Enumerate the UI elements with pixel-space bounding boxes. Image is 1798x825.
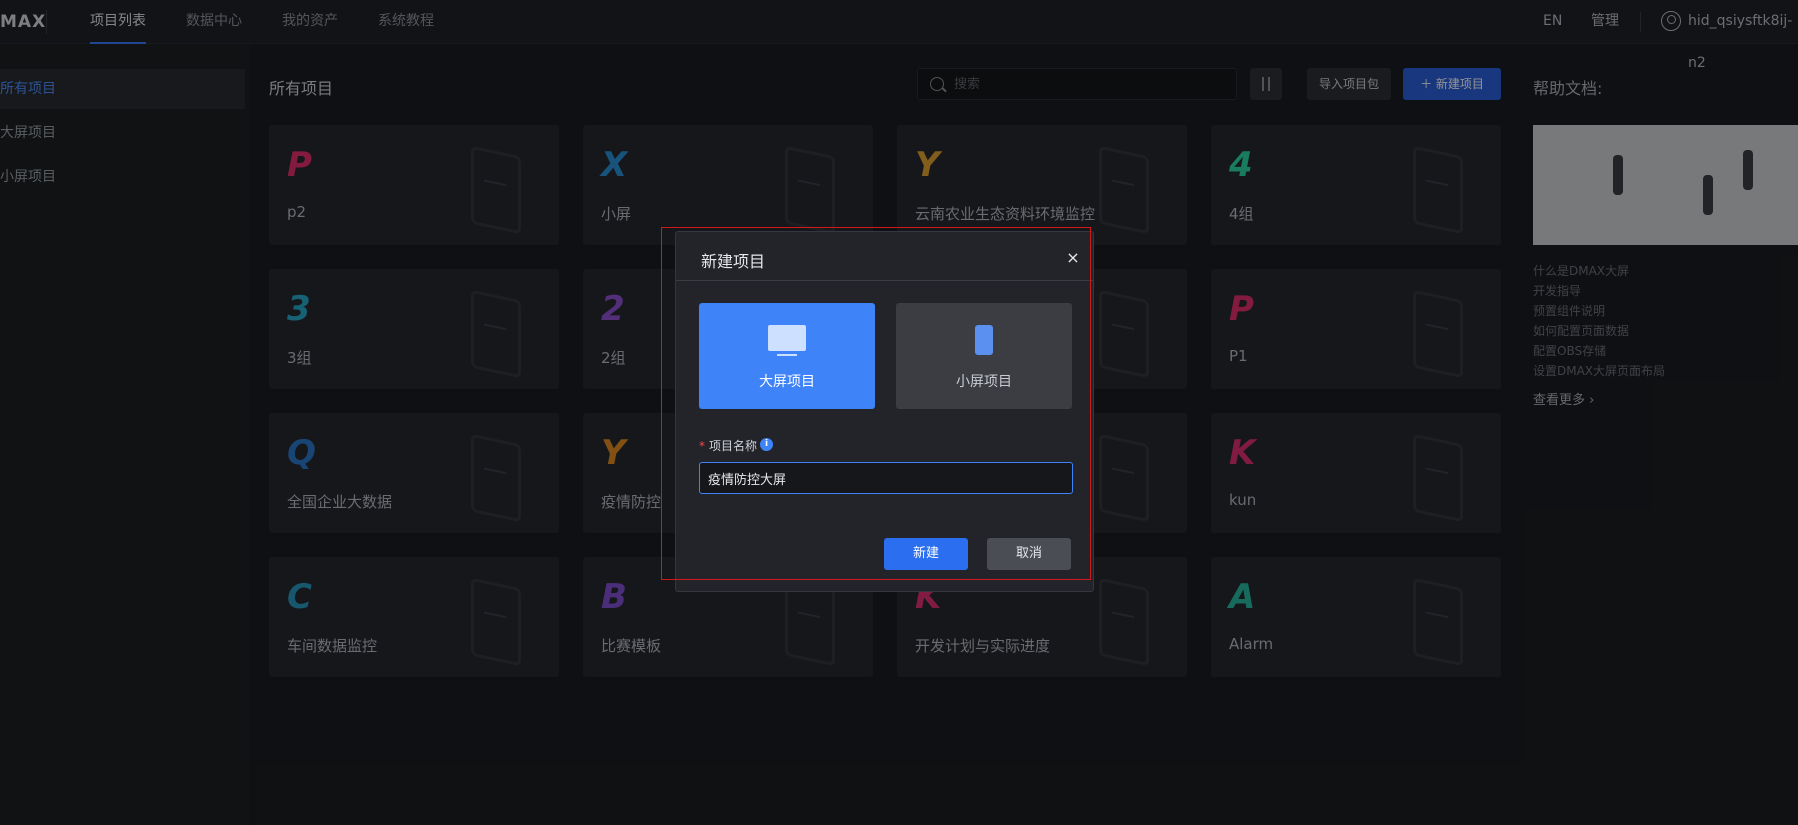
monitor-icon [768, 325, 806, 356]
cancel-button[interactable]: 取消 [987, 538, 1071, 570]
create-button[interactable]: 新建 [884, 538, 968, 570]
type-option-small-screen[interactable]: 小屏项目 [896, 303, 1072, 409]
dialog-divider [676, 280, 1093, 281]
type-label-small-screen: 小屏项目 [956, 374, 1012, 390]
required-star: * [699, 439, 705, 453]
close-icon[interactable]: × [1065, 250, 1081, 266]
new-project-dialog: 新建项目 × 大屏项目 小屏项目 * 项目名称 i 新建 取消 [675, 231, 1094, 592]
phone-icon [975, 325, 993, 355]
type-label-big-screen: 大屏项目 [759, 374, 815, 390]
project-name-label: * 项目名称 [699, 437, 757, 454]
type-option-big-screen[interactable]: 大屏项目 [699, 303, 875, 409]
dialog-title: 新建项目 [701, 252, 766, 271]
project-name-input[interactable] [699, 462, 1073, 494]
project-name-label-text: 项目名称 [709, 439, 758, 453]
info-icon[interactable]: i [760, 438, 773, 451]
